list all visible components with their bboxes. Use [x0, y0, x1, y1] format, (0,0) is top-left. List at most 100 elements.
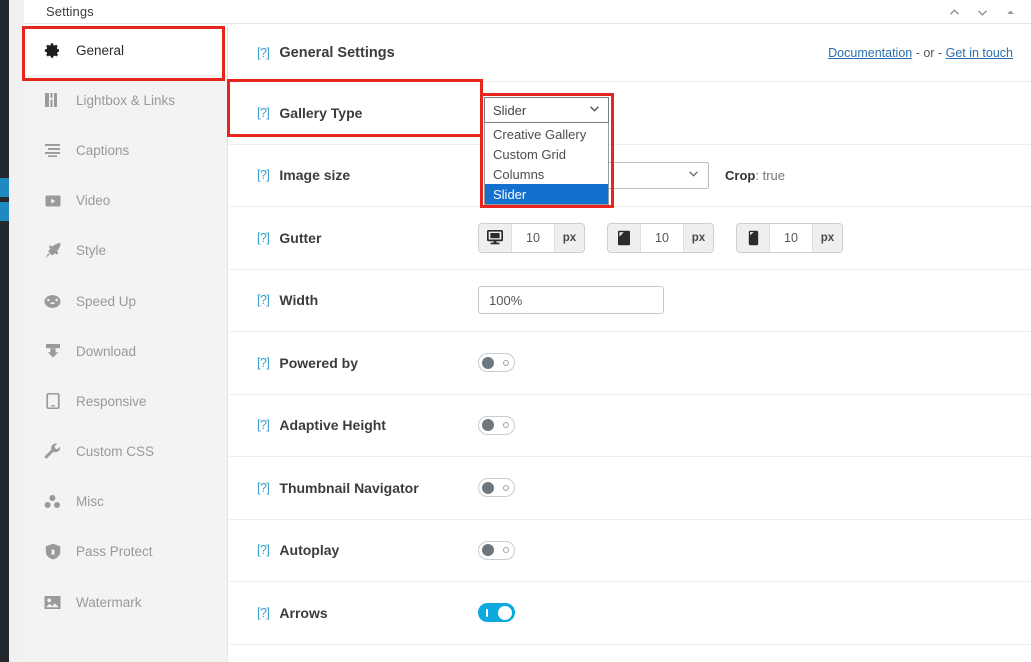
image-size-label: Image size — [279, 167, 350, 183]
sidebar-item-watermark[interactable]: Watermark — [24, 577, 227, 627]
gutter-row: [?] Gutter 10 px 10 px — [229, 207, 1031, 270]
sidebar-item-label: Video — [76, 193, 110, 208]
sidebar-item-label: Style — [76, 243, 106, 258]
arrows-row: [?] Arrows — [229, 582, 1031, 645]
sidebar-item-label: Lightbox & Links — [76, 93, 175, 108]
width-value: 100% — [489, 293, 522, 308]
wp-admin-accent-marker — [0, 202, 9, 221]
adaptive-height-label-group: [?] Adaptive Height — [229, 417, 475, 433]
shield-icon — [43, 542, 62, 561]
width-input[interactable]: 100% — [478, 286, 664, 314]
triangle-up-icon[interactable] — [997, 1, 1023, 23]
sidebar-item-custom-css[interactable]: Custom CSS — [24, 427, 227, 477]
chevron-down-icon — [687, 167, 700, 183]
gallery-type-select[interactable]: Slider — [484, 97, 609, 123]
window-controls — [941, 0, 1023, 24]
page-title: General Settings — [279, 45, 394, 61]
thumbnail-navigator-toggle[interactable] — [478, 478, 515, 497]
gutter-desktop-unit: px — [554, 224, 584, 252]
sidebar-item-video[interactable]: Video — [24, 176, 227, 226]
sidebar-item-captions[interactable]: Captions — [24, 125, 227, 175]
autoplay-label-group: [?] Autoplay — [229, 542, 475, 558]
gutter-mobile-unit: px — [812, 224, 842, 252]
gutter-tablet-field[interactable]: 10 px — [607, 223, 714, 253]
mobile-icon — [737, 224, 770, 252]
gallery-type-label-group: [?] Gallery Type — [229, 105, 475, 121]
image-size-select[interactable] — [601, 162, 709, 189]
help-icon[interactable]: [?] — [257, 356, 269, 370]
sidebar-item-pass-protect[interactable]: Pass Protect — [24, 527, 227, 577]
window-titlebar: Settings — [24, 0, 1031, 24]
sidebar-item-lightbox-links[interactable]: Lightbox & Links — [24, 75, 227, 125]
gutter-desktop-value: 10 — [512, 224, 554, 252]
gutter-mobile-value: 10 — [770, 224, 812, 252]
gutter-mobile-field[interactable]: 10 px — [736, 223, 843, 253]
get-in-touch-link[interactable]: Get in touch — [946, 46, 1013, 60]
documentation-link[interactable]: Documentation — [828, 46, 912, 60]
sidebar-item-download[interactable]: Download — [24, 326, 227, 376]
crop-value: true — [763, 168, 785, 183]
powered-by-toggle[interactable] — [478, 353, 515, 372]
crop-label: Crop — [725, 168, 755, 183]
dropdown-option-creative-gallery[interactable]: Creative Gallery — [485, 124, 608, 144]
watermark-icon — [43, 593, 62, 612]
adaptive-height-toggle[interactable] — [478, 416, 515, 435]
tablet-icon — [608, 224, 641, 252]
sidebar-item-speed-up[interactable]: Speed Up — [24, 276, 227, 326]
width-row: [?] Width 100% — [229, 270, 1031, 333]
sidebar-item-responsive[interactable]: Responsive — [24, 376, 227, 426]
crop-info: Crop: true — [725, 168, 785, 183]
chevron-up-icon[interactable] — [941, 1, 967, 23]
general-settings-header-row: [?] General Settings Documentation - or … — [229, 25, 1031, 82]
gutter-desktop-field[interactable]: 10 px — [478, 223, 585, 253]
gallery-type-selected-value: Slider — [493, 103, 526, 118]
arrows-toggle[interactable] — [478, 603, 515, 622]
autoplay-toggle[interactable] — [478, 541, 515, 560]
powered-by-row: [?] Powered by — [229, 332, 1031, 395]
gear-icon — [43, 41, 62, 60]
wp-admin-strip — [0, 0, 9, 662]
link-separator: - or - — [916, 46, 942, 60]
window-title: Settings — [46, 4, 94, 19]
gutter-tablet-value: 10 — [641, 224, 683, 252]
thumbnail-navigator-row: [?] Thumbnail Navigator — [229, 457, 1031, 520]
wrench-icon — [43, 442, 62, 461]
help-icon[interactable]: [?] — [257, 418, 269, 432]
sidebar-item-label: Responsive — [76, 394, 147, 409]
chevron-down-icon — [588, 102, 601, 118]
help-icon[interactable]: [?] — [257, 231, 269, 245]
dropdown-option-columns[interactable]: Columns — [485, 164, 608, 184]
sidebar-item-label: Captions — [76, 143, 129, 158]
autoplay-controls — [478, 541, 515, 560]
help-icon[interactable]: [?] — [257, 543, 269, 557]
help-icon[interactable]: [?] — [257, 168, 269, 182]
help-icon[interactable]: [?] — [257, 293, 269, 307]
dropdown-option-custom-grid[interactable]: Custom Grid — [485, 144, 608, 164]
gallery-type-dropdown[interactable]: Slider Creative Gallery Custom Grid Colu… — [484, 97, 609, 205]
autoplay-label: Autoplay — [279, 542, 339, 558]
gutter-controls: 10 px 10 px 10 px — [478, 223, 843, 253]
help-icon[interactable]: [?] — [257, 606, 269, 620]
sidebar-item-label: Custom CSS — [76, 444, 154, 459]
help-icon[interactable]: [?] — [257, 106, 269, 120]
gallery-type-label: Gallery Type — [279, 105, 362, 121]
gauge-icon — [43, 292, 62, 311]
page-gutter — [9, 0, 24, 662]
help-icon[interactable]: [?] — [257, 481, 269, 495]
adaptive-height-controls — [478, 416, 515, 435]
sidebar-item-misc[interactable]: Misc — [24, 477, 227, 527]
gallery-type-row: [?] Gallery Type — [229, 82, 1031, 145]
autoplay-row: [?] Autoplay — [229, 520, 1031, 583]
sidebar-item-style[interactable]: Style — [24, 226, 227, 276]
arrows-label: Arrows — [279, 605, 327, 621]
chevron-down-icon[interactable] — [969, 1, 995, 23]
dropdown-option-slider[interactable]: Slider — [485, 184, 608, 204]
powered-by-controls — [478, 353, 515, 372]
powered-by-label: Powered by — [279, 355, 358, 371]
gutter-tablet-unit: px — [683, 224, 713, 252]
sidebar-item-general[interactable]: General — [24, 25, 227, 75]
header-links: Documentation - or - Get in touch — [828, 46, 1013, 60]
lightbox-icon — [43, 91, 62, 110]
help-icon[interactable]: [?] — [257, 46, 269, 60]
mobile-icon — [43, 392, 62, 411]
